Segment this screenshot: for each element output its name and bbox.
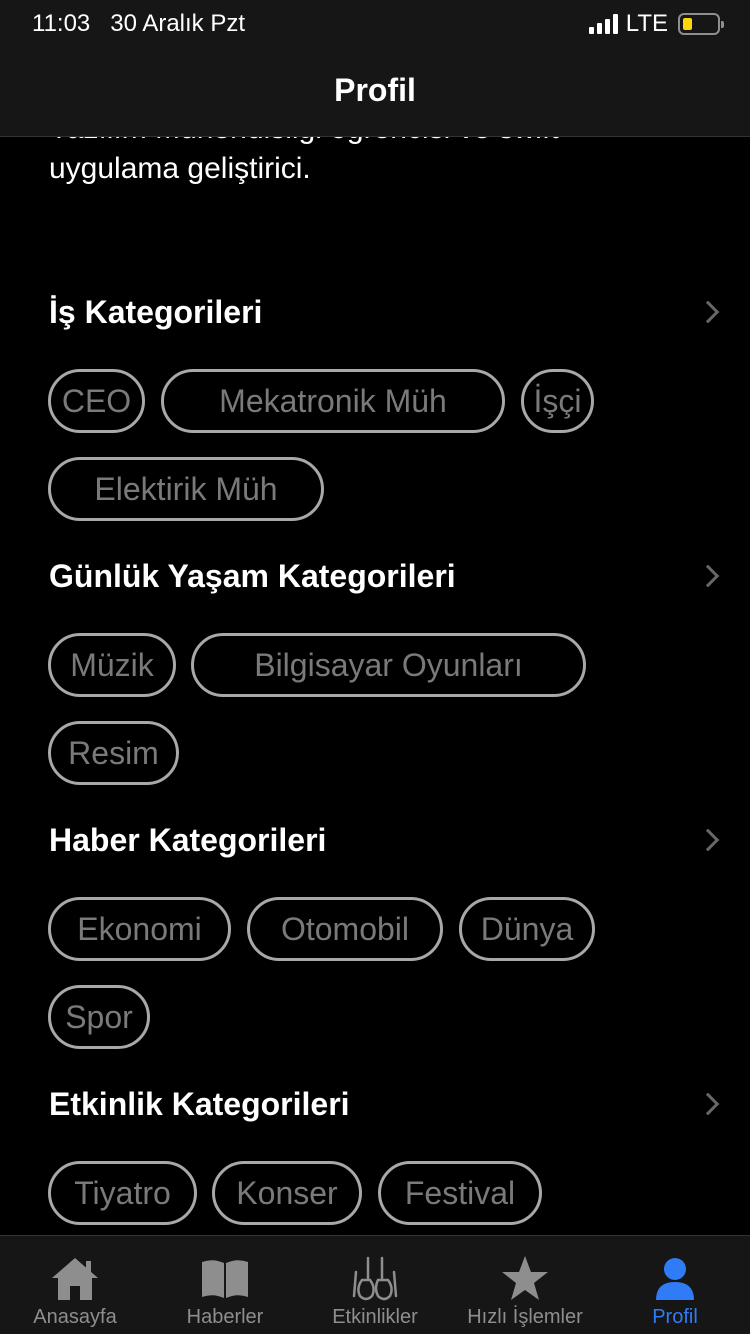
chip-ekonomi[interactable]: Ekonomi bbox=[48, 897, 231, 961]
status-time: 11:03 30 Aralık Pzt bbox=[32, 10, 246, 37]
profile-bio: Yazılım Mühendisliği öğrencisi ve swift … bbox=[49, 137, 559, 185]
battery-icon bbox=[678, 13, 724, 35]
tab-haberler[interactable]: Haberler bbox=[150, 1236, 300, 1334]
tab-hizli-islemler[interactable]: Hızlı İşlemler bbox=[450, 1236, 600, 1334]
tab-label: Etkinlikler bbox=[332, 1306, 418, 1328]
chevron-right-icon[interactable] bbox=[696, 1092, 720, 1116]
tab-label: Profil bbox=[652, 1306, 698, 1328]
tab-label: Hızlı İşlemler bbox=[467, 1306, 583, 1328]
page-title: Profil bbox=[334, 72, 416, 108]
chip-muzik[interactable]: Müzik bbox=[48, 633, 176, 697]
carrier-label: LTE bbox=[625, 10, 668, 37]
section-title-event-categories: Etkinlik Kategorileri bbox=[49, 1086, 350, 1122]
chip-isci[interactable]: İşçi bbox=[521, 369, 594, 433]
chip-tiyatro[interactable]: Tiyatro bbox=[48, 1161, 197, 1225]
tab-bar: Anasayfa Haberler Etkinlikler Hızlı İşle… bbox=[0, 1235, 750, 1334]
tab-label: Anasayfa bbox=[33, 1306, 117, 1328]
star-icon bbox=[502, 1256, 548, 1300]
chip-bilgisayar-oyunlari[interactable]: Bilgisayar Oyunları bbox=[191, 633, 586, 697]
tab-etkinlikler[interactable]: Etkinlikler bbox=[300, 1236, 450, 1334]
chip-spor[interactable]: Spor bbox=[48, 985, 150, 1049]
chip-otomobil[interactable]: Otomobil bbox=[247, 897, 443, 961]
chip-elektrik[interactable]: Elektirik Müh bbox=[48, 457, 324, 521]
section-title-job-categories: İş Kategorileri bbox=[49, 294, 263, 330]
guitars-icon bbox=[352, 1256, 398, 1301]
tab-anasayfa[interactable]: Anasayfa bbox=[0, 1236, 150, 1334]
tab-profil[interactable]: Profil bbox=[600, 1236, 750, 1334]
chip-mekatronik[interactable]: Mekatronik Müh bbox=[161, 369, 505, 433]
chevron-right-icon[interactable] bbox=[696, 564, 720, 588]
house-icon bbox=[52, 1258, 98, 1300]
navigation-bar: Profil bbox=[0, 48, 750, 137]
chevron-right-icon[interactable] bbox=[696, 828, 720, 852]
status-indicators: LTE bbox=[588, 10, 724, 38]
chip-ceo[interactable]: CEO bbox=[48, 369, 145, 433]
signal-icon bbox=[588, 14, 618, 34]
section-title-daily-life-categories: Günlük Yaşam Kategorileri bbox=[49, 558, 456, 594]
tab-label: Haberler bbox=[186, 1306, 264, 1328]
chip-konser[interactable]: Konser bbox=[212, 1161, 362, 1225]
profile-content[interactable]: Yazılım Mühendisliği öğrencisi ve swift … bbox=[0, 137, 750, 1235]
chip-festival[interactable]: Festival bbox=[378, 1161, 542, 1225]
chevron-right-icon[interactable] bbox=[696, 300, 720, 324]
section-title-news-categories: Haber Kategorileri bbox=[49, 822, 327, 858]
book-icon bbox=[202, 1260, 248, 1298]
status-bar: 11:03 30 Aralık Pzt LTE bbox=[0, 0, 750, 48]
chip-dunya[interactable]: Dünya bbox=[459, 897, 595, 961]
chip-resim[interactable]: Resim bbox=[48, 721, 179, 785]
person-icon bbox=[656, 1258, 694, 1300]
